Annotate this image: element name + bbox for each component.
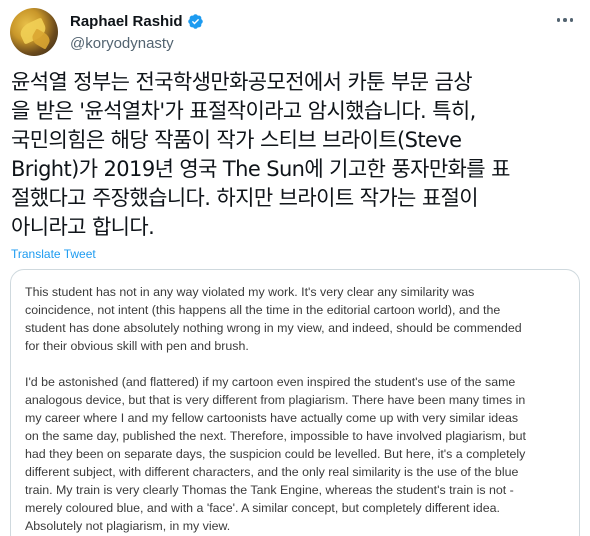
statement-line: student has done absolutely nothing wron… <box>25 321 522 335</box>
translate-tweet-link[interactable]: Translate Tweet <box>11 247 96 261</box>
statement-line: my career where I and my fellow cartooni… <box>25 411 519 425</box>
verified-badge-icon <box>187 14 203 29</box>
statement-line: merely coloured blue, and with a 'face'.… <box>25 501 500 515</box>
tweet-line: 윤석열 정부는 전국학생만화공모전에서 카툰 부문 금상 <box>11 70 473 94</box>
statement-image-card[interactable]: This student has not in any way violated… <box>10 269 580 536</box>
more-dot <box>569 18 574 22</box>
tweet-line: 아니라고 합니다. <box>11 215 155 239</box>
user-handle[interactable]: @koryodynasty <box>70 35 174 52</box>
statement-line: on the same day, published the next. The… <box>25 429 526 443</box>
tweet-line: Bright)가 2019년 영국 The Sun에 기고한 풍자만화를 표 <box>11 157 510 181</box>
tweet-text: 윤석열 정부는 전국학생만화공모전에서 카툰 부문 금상 을 받은 '윤석열차'… <box>11 68 581 242</box>
display-name[interactable]: Raphael Rashid <box>70 13 183 30</box>
tweet-header: Raphael Rashid @koryodynasty <box>10 8 580 60</box>
name-row: Raphael Rashid <box>70 13 204 30</box>
statement-line: train. My train is very clearly Thomas t… <box>25 483 514 497</box>
statement-line: different subject, with different charac… <box>25 465 519 479</box>
more-dot <box>556 18 561 22</box>
statement-line: I'd be astonished (and flattered) if my … <box>25 375 516 389</box>
statement-line: for their obvious skill with pen and bru… <box>25 339 249 353</box>
tweet-line: 을 받은 '윤석열차'가 표절작이라고 암시했습니다. 특히, <box>11 99 476 123</box>
more-dot <box>563 18 567 22</box>
statement-line: had they been on separate days, the susp… <box>25 447 526 461</box>
tweet-line: 절했다고 주장했습니다. 하지만 브라이트 작가는 표절이 <box>11 186 479 210</box>
more-options-icon[interactable] <box>550 10 580 30</box>
statement-paragraph-1: This student has not in any way violated… <box>25 283 567 355</box>
statement-paragraph-2: I'd be astonished (and flattered) if my … <box>25 373 567 535</box>
statement-line: Absolutely not plagiarism, in my view. <box>25 519 231 533</box>
statement-line: This student has not in any way violated… <box>25 285 475 299</box>
statement-line: coincidence, not intent (this happens al… <box>25 303 501 317</box>
avatar[interactable] <box>10 8 58 56</box>
statement-line: analogous device, but that is very diffe… <box>25 393 526 407</box>
tweet-line: 국민의힘은 해당 작품이 작가 스티브 브라이트(Steve <box>11 128 462 152</box>
